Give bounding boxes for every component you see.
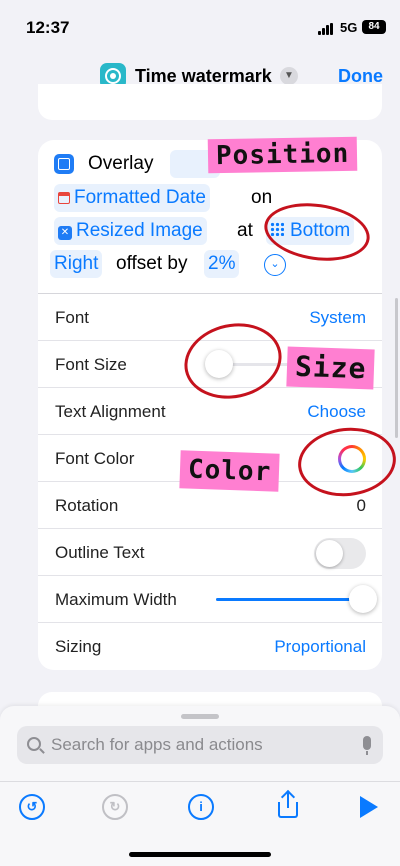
on-label: on	[251, 187, 273, 208]
row-label: Rotation	[55, 496, 119, 515]
redo-icon: ↻	[102, 794, 128, 820]
resized-image-token[interactable]: ✕ Resized Image	[54, 217, 207, 245]
row-label: Outline Text	[55, 543, 145, 562]
overlay-icon	[54, 154, 74, 174]
sizing-value[interactable]: Proportional	[274, 637, 366, 657]
position-annotation: Position	[207, 136, 358, 174]
action-verb: Overlay	[88, 153, 154, 174]
maximum-width-row: Maximum Width	[38, 575, 382, 622]
size-annotation: Size	[286, 346, 376, 390]
slider-fill	[216, 598, 363, 601]
play-icon[interactable]	[360, 796, 378, 818]
offset-token[interactable]: 2%	[204, 250, 240, 278]
maximum-width-slider[interactable]	[216, 585, 377, 613]
action-search-sheet: ↺ ↻ i	[0, 706, 400, 866]
row-label: Text Alignment	[55, 402, 166, 421]
outline-text-row: Outline Text	[38, 528, 382, 575]
scroll-indicator[interactable]	[395, 298, 398, 438]
sizing-row[interactable]: Sizing Proportional	[38, 622, 382, 669]
sheet-grabber[interactable]	[181, 714, 219, 719]
row-label: Font Color	[55, 449, 135, 468]
rotation-value[interactable]: 0	[357, 496, 366, 516]
row-label: Maximum Width	[55, 590, 177, 609]
info-icon[interactable]: i	[188, 794, 214, 820]
chevron-down-icon[interactable]: ▼	[280, 67, 298, 85]
status-time: 12:37	[26, 18, 70, 37]
outline-text-toggle[interactable]	[314, 538, 366, 569]
text-alignment-value[interactable]: Choose	[307, 402, 366, 422]
divider	[0, 781, 400, 782]
home-indicator	[129, 852, 271, 857]
row-label: Font	[55, 308, 90, 327]
search-icon	[27, 737, 41, 751]
previous-action-card[interactable]	[38, 84, 382, 120]
slider-knob[interactable]	[349, 585, 377, 613]
undo-icon[interactable]: ↺	[19, 794, 45, 820]
row-label: Font Size	[55, 355, 127, 374]
signal-icon	[318, 23, 336, 35]
calendar-icon	[58, 192, 70, 204]
microphone-icon[interactable]	[363, 736, 371, 755]
expand-icon[interactable]: ⌄	[264, 254, 286, 276]
row-label: Sizing	[55, 637, 102, 656]
share-icon[interactable]	[278, 789, 298, 818]
position-token-continued[interactable]: Right	[50, 250, 103, 278]
network-label: 5G	[340, 20, 358, 35]
image-icon: ✕	[58, 226, 72, 240]
battery-icon: 84	[362, 20, 386, 34]
font-value[interactable]: System	[309, 308, 366, 328]
offset-by-label: offset by	[116, 253, 188, 274]
color-annotation: Color	[179, 450, 280, 492]
search-bar[interactable]	[17, 726, 383, 764]
search-input[interactable]	[51, 726, 341, 764]
status-bar: 12:37 5G 84	[0, 0, 400, 56]
at-label: at	[237, 220, 253, 241]
formatted-date-token[interactable]: Formatted Date	[54, 184, 210, 212]
